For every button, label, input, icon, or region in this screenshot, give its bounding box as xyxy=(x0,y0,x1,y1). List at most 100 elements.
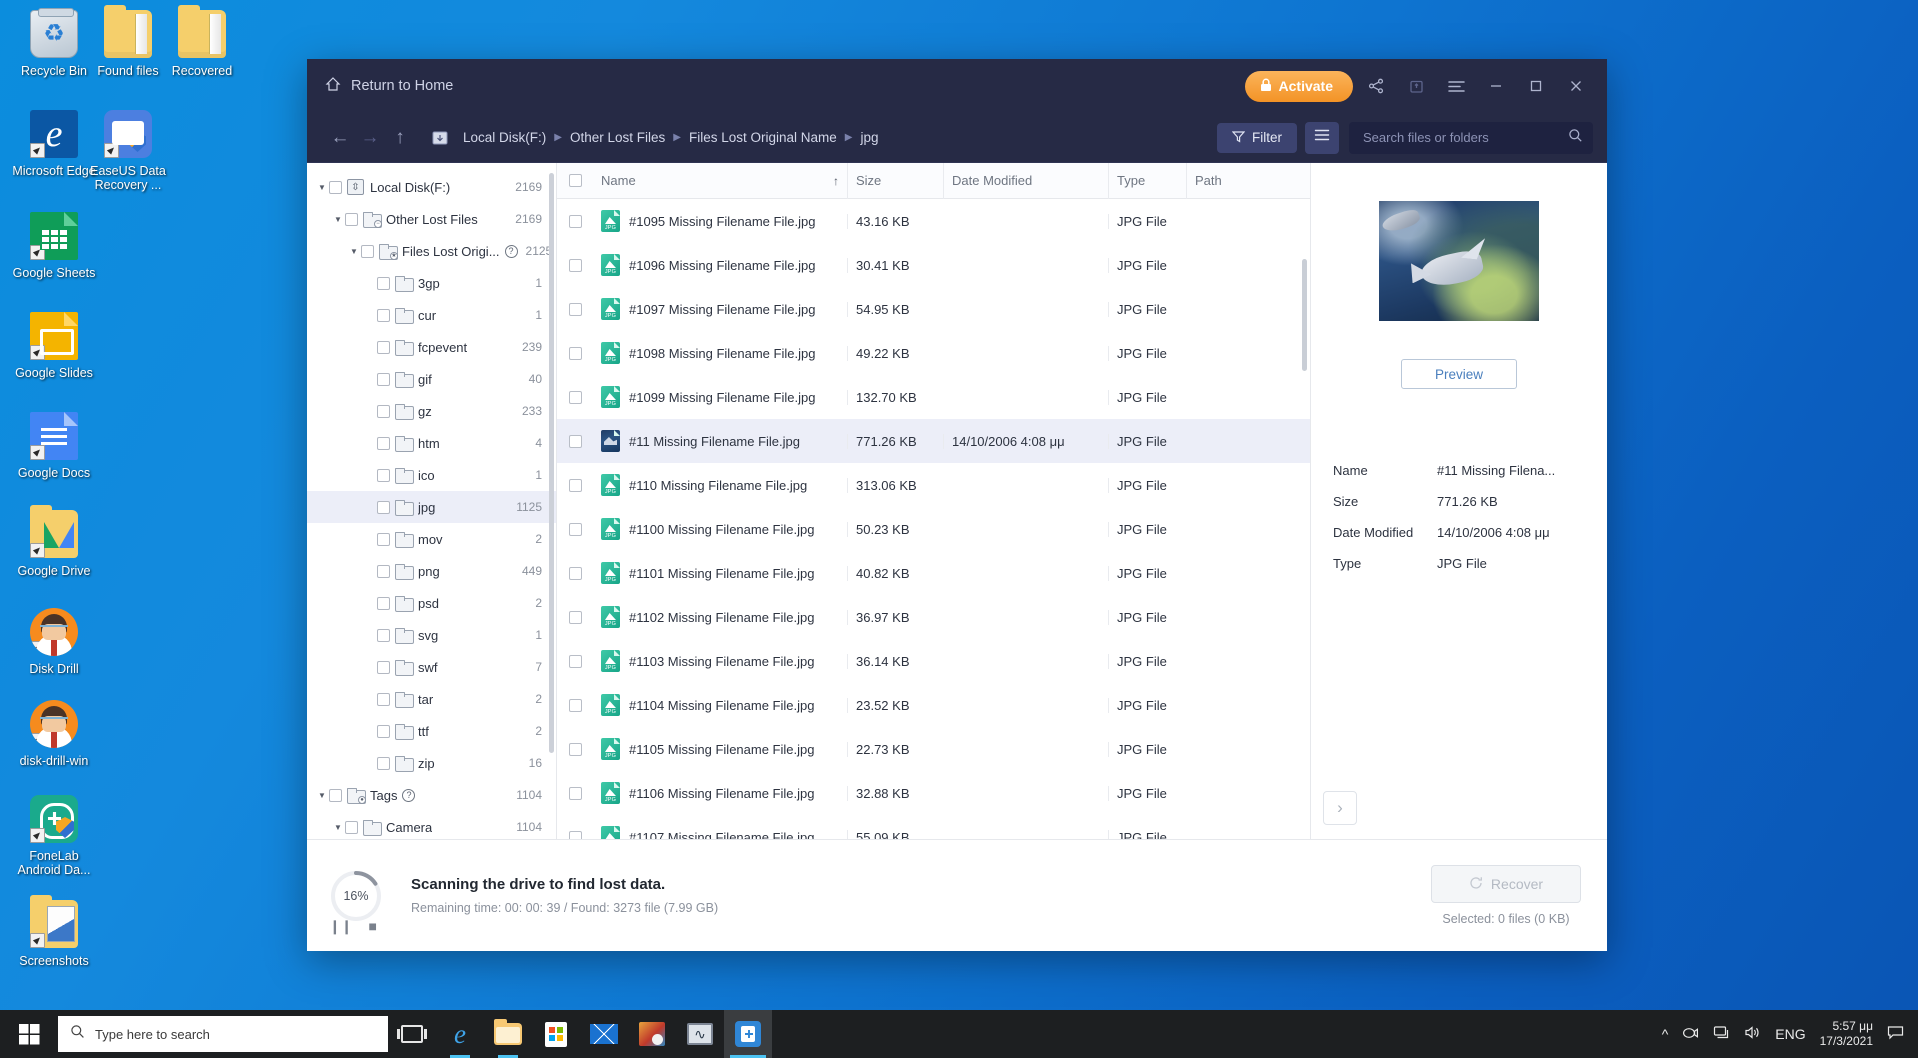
row-checkbox[interactable] xyxy=(557,743,593,756)
tree-item-checkbox[interactable] xyxy=(377,501,390,514)
row-checkbox[interactable] xyxy=(557,523,593,536)
row-checkbox[interactable] xyxy=(557,303,593,316)
taskbar-app-system-monitor[interactable] xyxy=(676,1010,724,1058)
preview-button[interactable]: Preview xyxy=(1401,359,1517,389)
tree-item-checkbox[interactable] xyxy=(377,533,390,546)
desktop-icon-fonelab-android-da[interactable]: FoneLab Android Da... xyxy=(8,795,100,877)
desktop-icon-google-drive[interactable]: Google Drive xyxy=(8,510,100,578)
tree-item-checkbox[interactable] xyxy=(329,181,342,194)
table-row[interactable]: #1098 Missing Filename File.jpg49.22 KBJ… xyxy=(557,331,1310,375)
table-row[interactable]: #1095 Missing Filename File.jpg43.16 KBJ… xyxy=(557,199,1310,243)
tree-item-checkbox[interactable] xyxy=(377,693,390,706)
taskbar-app-photos[interactable] xyxy=(628,1010,676,1058)
action-center-icon[interactable] xyxy=(1887,1025,1904,1043)
tree-item-ttf[interactable]: ttf2 xyxy=(307,715,556,747)
close-icon[interactable] xyxy=(1559,69,1593,103)
view-mode-button[interactable] xyxy=(1305,122,1339,154)
back-button[interactable]: ← xyxy=(325,123,355,153)
table-row[interactable]: #1105 Missing Filename File.jpg22.73 KBJ… xyxy=(557,727,1310,771)
row-checkbox[interactable] xyxy=(557,611,593,624)
tree-item-checkbox[interactable] xyxy=(377,725,390,738)
tree-item-checkbox[interactable] xyxy=(345,213,358,226)
desktop-icon-recovered[interactable]: Recovered xyxy=(156,10,248,78)
network-icon[interactable] xyxy=(1713,1025,1730,1043)
breadcrumb-item-3[interactable]: jpg xyxy=(854,128,884,147)
chevron-down-icon[interactable]: ▼ xyxy=(347,247,361,256)
table-row[interactable]: #1097 Missing Filename File.jpg54.95 KBJ… xyxy=(557,287,1310,331)
tree-item-checkbox[interactable] xyxy=(361,245,374,258)
taskbar-app-easeus-data-recovery[interactable] xyxy=(724,1010,772,1058)
tree-item-zip[interactable]: zip16 xyxy=(307,747,556,779)
desktop-icon-google-sheets[interactable]: Google Sheets xyxy=(8,212,100,280)
tree-item-cur[interactable]: cur1 xyxy=(307,299,556,331)
tree-item-checkbox[interactable] xyxy=(377,405,390,418)
search-icon[interactable] xyxy=(1568,128,1583,148)
select-all-checkbox[interactable] xyxy=(557,163,593,199)
tree-item-checkbox[interactable] xyxy=(345,821,358,834)
tree-item-checkbox[interactable] xyxy=(377,373,390,386)
row-checkbox[interactable] xyxy=(557,699,593,712)
tree-item-checkbox[interactable] xyxy=(377,309,390,322)
chevron-down-icon[interactable]: ▼ xyxy=(315,183,329,192)
column-header-name[interactable]: Name ↑ xyxy=(593,163,847,199)
recover-button[interactable]: Recover xyxy=(1431,865,1581,903)
clock[interactable]: 5:57 μμ 17/3/2021 xyxy=(1820,1019,1873,1049)
tree-item-checkbox[interactable] xyxy=(377,277,390,290)
tree-item-fcpevent[interactable]: fcpevent239 xyxy=(307,331,556,363)
up-button[interactable]: ↑ xyxy=(385,123,415,153)
table-row[interactable]: #1107 Missing Filename File.jpg55.09 KBJ… xyxy=(557,815,1310,839)
tree-item-files-lost-origi[interactable]: ▼★Files Lost Origi...?2125 xyxy=(307,235,556,267)
minimize-icon[interactable] xyxy=(1479,69,1513,103)
feedback-icon[interactable] xyxy=(1399,69,1433,103)
table-row[interactable]: #1103 Missing Filename File.jpg36.14 KBJ… xyxy=(557,639,1310,683)
table-row[interactable]: #1106 Missing Filename File.jpg32.88 KBJ… xyxy=(557,771,1310,815)
column-header-size[interactable]: Size xyxy=(847,163,943,199)
breadcrumb-item-1[interactable]: Other Lost Files xyxy=(564,128,671,147)
tree-item-ico[interactable]: ico1 xyxy=(307,459,556,491)
volume-icon[interactable] xyxy=(1744,1025,1761,1043)
tree-item-checkbox[interactable] xyxy=(329,789,342,802)
tree-item-gz[interactable]: gz233 xyxy=(307,395,556,427)
forward-button[interactable]: → xyxy=(355,123,385,153)
language-indicator[interactable]: ENG xyxy=(1775,1026,1805,1042)
tree-item-checkbox[interactable] xyxy=(377,341,390,354)
breadcrumb-item-0[interactable]: Local Disk(F:) xyxy=(457,128,552,147)
search-input[interactable] xyxy=(1363,130,1568,145)
search-box[interactable] xyxy=(1349,122,1593,154)
tree-item-checkbox[interactable] xyxy=(377,437,390,450)
pause-icon[interactable]: ❙❙ xyxy=(329,918,352,935)
table-row[interactable]: #1104 Missing Filename File.jpg23.52 KBJ… xyxy=(557,683,1310,727)
desktop-icon-google-docs[interactable]: Google Docs xyxy=(8,412,100,480)
tree-item-checkbox[interactable] xyxy=(377,757,390,770)
taskbar-app-file-explorer[interactable] xyxy=(484,1010,532,1058)
row-checkbox[interactable] xyxy=(557,215,593,228)
taskbar-app-edge[interactable]: e xyxy=(436,1010,484,1058)
chevron-down-icon[interactable]: ▼ xyxy=(331,823,345,832)
row-checkbox[interactable] xyxy=(557,655,593,668)
return-to-home-button[interactable]: Return to Home xyxy=(325,76,453,96)
activate-button[interactable]: Activate xyxy=(1245,71,1353,102)
tree-item-jpg[interactable]: jpg1125 xyxy=(307,491,556,523)
chevron-down-icon[interactable]: ▼ xyxy=(315,791,329,800)
row-checkbox[interactable] xyxy=(557,347,593,360)
tree-item-tar[interactable]: tar2 xyxy=(307,683,556,715)
share-icon[interactable] xyxy=(1359,69,1393,103)
taskbar-app-mail[interactable] xyxy=(580,1010,628,1058)
tree-item-swf[interactable]: swf7 xyxy=(307,651,556,683)
tree-item-local-disk-f[interactable]: ▼Local Disk(F:)2169 xyxy=(307,171,556,203)
table-row[interactable]: #1101 Missing Filename File.jpg40.82 KBJ… xyxy=(557,551,1310,595)
menu-icon[interactable] xyxy=(1439,69,1473,103)
tree-item-checkbox[interactable] xyxy=(377,597,390,610)
start-button[interactable] xyxy=(0,1010,58,1058)
tree-item-png[interactable]: png449 xyxy=(307,555,556,587)
table-row[interactable]: #1096 Missing Filename File.jpg30.41 KBJ… xyxy=(557,243,1310,287)
taskbar-app-task-view[interactable] xyxy=(388,1010,436,1058)
table-row[interactable]: #1099 Missing Filename File.jpg132.70 KB… xyxy=(557,375,1310,419)
show-hidden-icons-icon[interactable]: ^ xyxy=(1662,1026,1669,1042)
table-row[interactable]: #110 Missing Filename File.jpg313.06 KBJ… xyxy=(557,463,1310,507)
column-header-type[interactable]: Type xyxy=(1108,163,1186,199)
column-header-date-modified[interactable]: Date Modified xyxy=(943,163,1108,199)
preview-thumbnail[interactable] xyxy=(1379,201,1539,321)
desktop-icon-disk-drill-win[interactable]: disk-drill-win xyxy=(8,700,100,768)
onedrive-icon[interactable] xyxy=(1682,1025,1699,1043)
